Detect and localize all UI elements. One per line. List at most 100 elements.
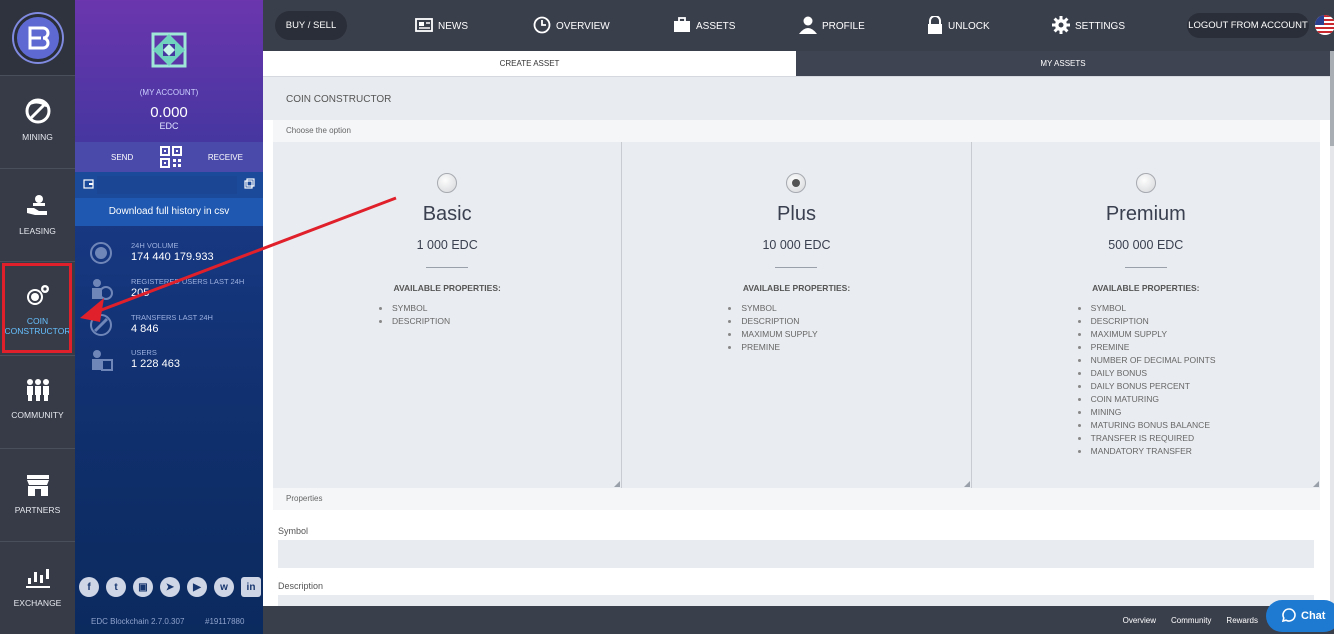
user-icon <box>799 16 817 37</box>
pickaxe-icon <box>25 98 51 126</box>
top-nav: BUY / SELL NEWS OVERVIEW ASSETS PROFILE … <box>263 0 1334 51</box>
tab-my-assets[interactable]: MY ASSETS <box>796 51 1330 76</box>
plan-cards: Basic 1 000 EDC AVAILABLE PROPERTIES: SY… <box>273 142 1320 488</box>
list-item: NUMBER OF DECIMAL POINTS <box>1077 354 1216 367</box>
list-item: SYMBOL <box>379 302 450 315</box>
chat-bubble-icon <box>1281 607 1296 625</box>
properties-header: AVAILABLE PROPERTIES: <box>1092 283 1200 293</box>
weibo-icon[interactable]: w <box>214 577 234 597</box>
chat-label: Chat <box>1301 610 1326 622</box>
nav-overview[interactable]: OVERVIEW <box>533 15 610 37</box>
properties-header: AVAILABLE PROPERTIES: <box>393 283 501 293</box>
main-content: COIN CONSTRUCTOR Choose the option Basic… <box>263 76 1330 606</box>
tab-create-asset[interactable]: CREATE ASSET <box>263 51 796 76</box>
version-text: EDC Blockchain 2.7.0.307 <box>91 617 185 626</box>
copy-icon[interactable] <box>244 176 255 194</box>
highlight-box <box>2 263 72 353</box>
receive-button[interactable]: RECEIVE <box>208 153 243 162</box>
stat-24h-volume: 24H VOLUME 174 440 179.933 <box>89 241 259 271</box>
footer-link-community[interactable]: Community <box>1171 616 1211 625</box>
qr-code-icon[interactable] <box>159 146 182 168</box>
rail-item-label: LEASING <box>19 226 56 236</box>
rail-item-mining[interactable]: MINING <box>0 76 75 169</box>
telegram-icon[interactable]: ➤ <box>160 577 180 597</box>
newspaper-icon <box>415 17 433 36</box>
stat-label: 24H VOLUME <box>131 241 179 250</box>
nav-unlock[interactable]: UNLOCK <box>927 14 990 37</box>
candlestick-icon <box>25 566 51 592</box>
account-unit: EDC <box>159 121 179 131</box>
rail-item-label: PARTNERS <box>14 505 61 515</box>
footer-link-rewards[interactable]: Rewards <box>1226 616 1258 625</box>
address-field[interactable] <box>97 176 237 194</box>
properties-section-label: Properties <box>273 488 1320 510</box>
stat-registered-users: REGISTERED USERS LAST 24H 205 <box>89 277 259 307</box>
edc-coin-icon <box>89 241 113 265</box>
rail-item-label: COMMUNITY <box>11 410 64 420</box>
plan-card-plus[interactable]: Plus 10 000 EDC AVAILABLE PROPERTIES: SY… <box>622 142 972 488</box>
list-item: TRANSFER IS REQUIRED <box>1077 432 1216 445</box>
plan-radio-basic[interactable] <box>437 173 458 193</box>
scrollbar[interactable] <box>1330 51 1334 606</box>
plan-name: Plus <box>777 203 816 225</box>
send-button[interactable]: SEND <box>111 153 133 162</box>
plan-card-premium[interactable]: Premium 500 000 EDC AVAILABLE PROPERTIES… <box>972 142 1320 488</box>
chat-button[interactable]: Chat <box>1266 600 1334 632</box>
plan-price: 10 000 EDC <box>762 238 831 252</box>
account-balance: 0.000 <box>150 104 188 121</box>
gear-icon <box>1052 15 1070 37</box>
plan-radio-plus[interactable] <box>786 173 807 193</box>
plan-radio-premium[interactable] <box>1135 173 1156 193</box>
us-flag-icon[interactable] <box>1315 15 1334 35</box>
divider <box>426 267 469 268</box>
plan-card-basic[interactable]: Basic 1 000 EDC AVAILABLE PROPERTIES: SY… <box>273 142 623 488</box>
nav-news[interactable]: NEWS <box>415 15 468 37</box>
plan-price: 1 000 EDC <box>416 238 478 252</box>
symbol-input[interactable] <box>278 540 1314 568</box>
footer-link-overview[interactable]: Overview <box>1123 616 1156 625</box>
instagram-icon[interactable]: ▣ <box>133 577 153 597</box>
buy-sell-button[interactable]: BUY / SELL <box>275 11 347 40</box>
store-icon <box>25 473 51 499</box>
stat-label: TRANSFERS LAST 24H <box>131 313 213 322</box>
edc-logo-icon <box>13 13 62 62</box>
transfer-icon <box>89 313 113 337</box>
rail-item-partners[interactable]: PARTNERS <box>0 449 75 542</box>
nav-profile[interactable]: PROFILE <box>799 15 865 37</box>
list-item: MAXIMUM SUPPLY <box>728 328 818 341</box>
list-item: COIN MATURING <box>1077 393 1216 406</box>
user-add-icon <box>89 277 113 301</box>
divider <box>775 267 818 268</box>
nav-settings[interactable]: SETTINGS <box>1052 15 1125 37</box>
youtube-icon[interactable]: ▶ <box>187 577 207 597</box>
description-label: Description <box>278 581 324 591</box>
stat-users: USERS 1 228 463 <box>89 348 259 378</box>
rail-item-leasing[interactable]: LEASING <box>0 169 75 262</box>
page-title: COIN CONSTRUCTOR <box>263 76 1330 120</box>
rail-item-exchange[interactable]: EXCHANGE <box>0 542 75 634</box>
properties-list: SYMBOL DESCRIPTION MAXIMUM SUPPLY PREMIN… <box>1077 302 1216 458</box>
properties-header: AVAILABLE PROPERTIES: <box>742 283 851 293</box>
nav-assets[interactable]: ASSETS <box>673 15 735 37</box>
list-item: DESCRIPTION <box>379 315 450 328</box>
stat-value: 205 <box>131 287 150 299</box>
scrollbar-thumb[interactable] <box>1330 51 1334 146</box>
nav-overview-label: OVERVIEW <box>556 20 610 32</box>
facebook-icon[interactable]: f <box>79 577 99 597</box>
description-input[interactable] <box>278 595 1314 606</box>
app-logo[interactable] <box>0 0 75 76</box>
stat-label: REGISTERED USERS LAST 24H <box>131 277 245 286</box>
rail-item-community[interactable]: COMMUNITY <box>0 356 75 449</box>
block-number: #19117880 <box>205 617 245 626</box>
download-history-button[interactable]: Download full history in csv <box>75 198 263 226</box>
logout-button[interactable]: LOGOUT FROM ACCOUNT <box>1187 13 1309 38</box>
twitter-icon[interactable]: t <box>106 577 126 597</box>
linkedin-icon[interactable]: in <box>241 577 261 597</box>
clock-icon <box>533 16 551 37</box>
send-receive-bar: SEND RECEIVE <box>75 142 263 172</box>
icon-rail: MINING LEASING COIN CONSTRUCTOR COMMUNIT… <box>0 0 75 634</box>
nav-settings-label: SETTINGS <box>1075 20 1126 32</box>
wallet-icon[interactable] <box>83 176 94 194</box>
rail-item-label: MINING <box>22 132 53 142</box>
hand-coins-icon <box>25 194 51 220</box>
